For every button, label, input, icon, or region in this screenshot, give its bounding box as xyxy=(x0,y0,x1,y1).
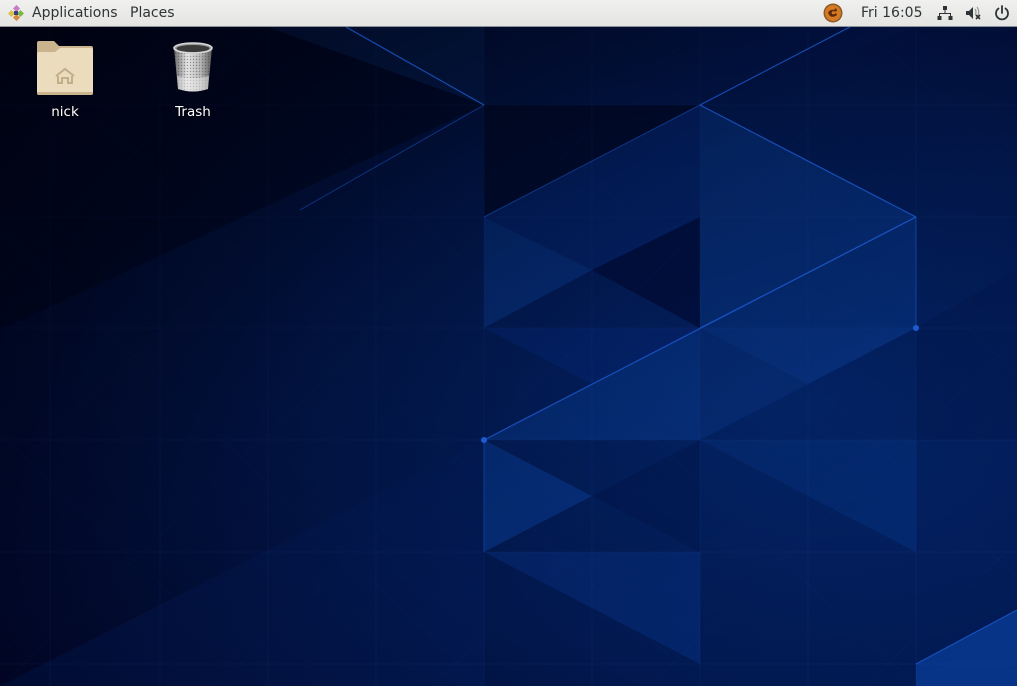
applications-icon xyxy=(8,5,24,21)
desktop[interactable]: nick Trash xyxy=(0,27,1017,686)
wallpaper xyxy=(0,27,1017,686)
wired-network-icon[interactable] xyxy=(936,4,954,22)
desktop-icon-label: nick xyxy=(51,104,79,120)
wallpaper-vertex-dot xyxy=(913,325,919,331)
places-menu[interactable]: Places xyxy=(130,0,175,26)
wallpaper-vertex-dot xyxy=(481,437,487,443)
top-panel: Applications Places Fri 16:05 xyxy=(0,0,1017,27)
home-folder-icon xyxy=(37,41,93,95)
volume-muted-icon[interactable] xyxy=(964,4,982,22)
desktop-icon-home[interactable]: nick xyxy=(15,40,115,120)
applications-menu[interactable]: Applications xyxy=(8,0,118,26)
trash-icon xyxy=(173,42,213,92)
clock[interactable]: Fri 16:05 xyxy=(861,0,922,26)
desktop-icon-label: Trash xyxy=(175,104,211,120)
desktop-icon-trash[interactable]: Trash xyxy=(143,40,243,120)
orange-circle-app-icon[interactable] xyxy=(823,3,843,23)
applications-label: Applications xyxy=(32,5,118,21)
power-icon[interactable] xyxy=(993,4,1011,22)
